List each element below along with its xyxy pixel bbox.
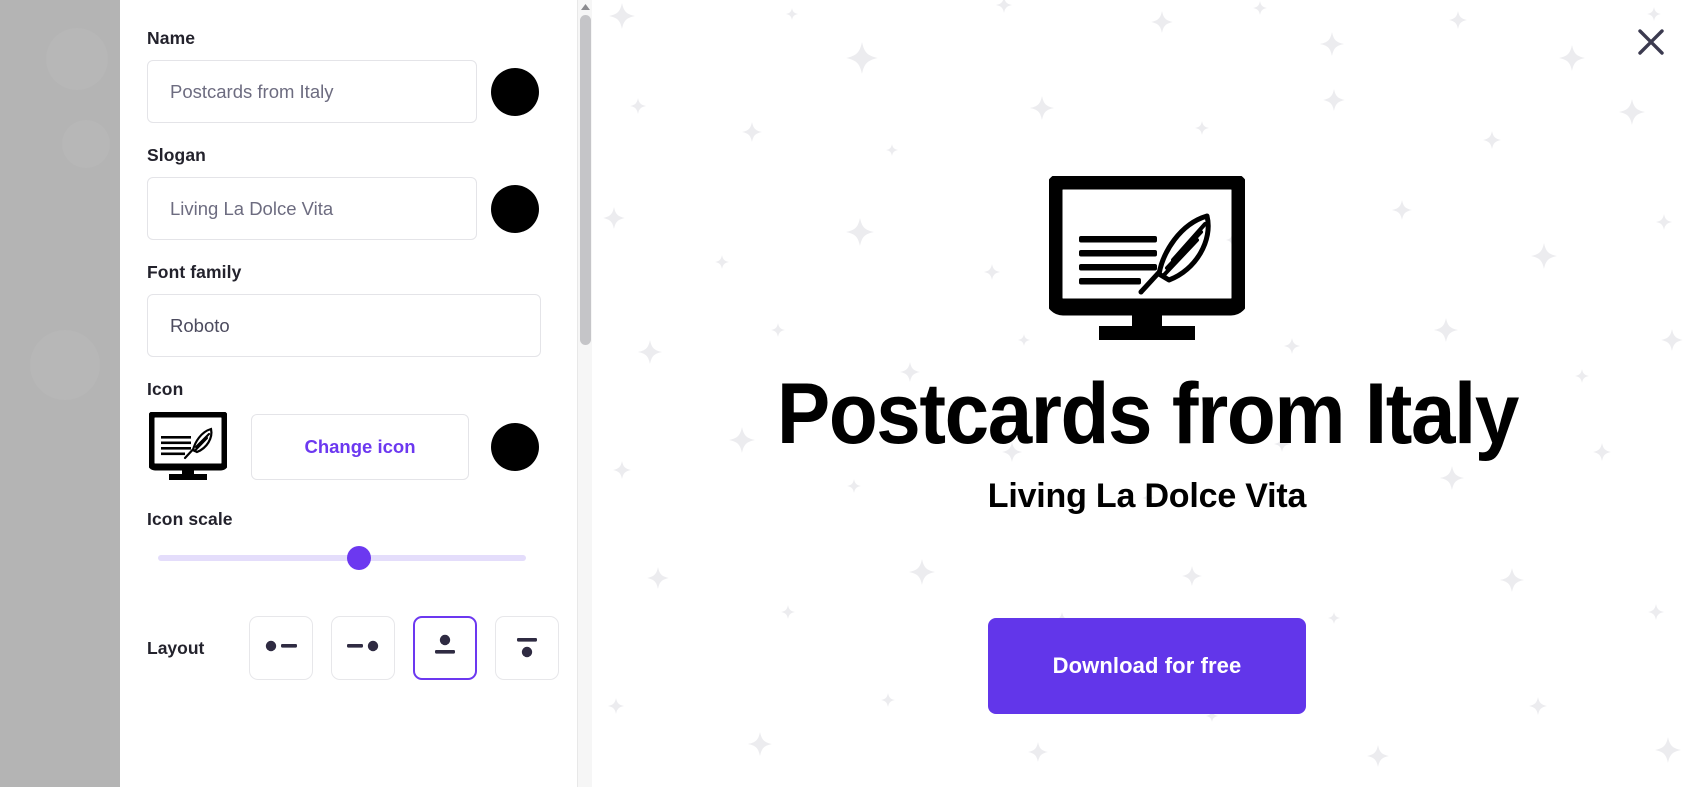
layout-option-icon-left-text-right[interactable] [249,616,313,680]
icon-scale-field-group: Icon scale [147,509,552,570]
name-input[interactable] [147,60,477,123]
layout-option-text-left-icon-right[interactable] [331,616,395,680]
slogan-label: Slogan [147,145,206,165]
close-icon [1637,28,1665,59]
font-family-label: Font family [147,262,242,282]
screen: Name Slogan Font family [0,0,1702,787]
font-family-input[interactable] [147,294,541,357]
layout-label: Layout [147,637,205,658]
icon-scale-slider-track[interactable] [158,555,526,561]
preview-slogan: Living La Dolce Vita [987,477,1307,515]
preview-title: Postcards from Italy [776,366,1518,462]
logo-editor-modal: Name Slogan Font family [120,0,1702,787]
name-label: Name [147,28,196,48]
font-family-field-group: Font family [147,262,552,357]
preview-monitor-with-quill-icon [1045,172,1249,349]
download-for-free-button[interactable]: Download for free [988,618,1306,714]
settings-panel: Name Slogan Font family [120,0,592,787]
dot-above-line-below-icon [433,633,457,664]
backdrop-ghost-shape [62,120,110,168]
icon-scale-slider[interactable] [158,546,526,570]
layout-option-text-top-icon-bottom[interactable] [495,616,559,680]
change-icon-button[interactable]: Change icon [251,414,469,480]
line-left-dot-right-icon [346,639,380,657]
backdrop-ghost-shape [46,28,108,90]
icon-color-swatch[interactable] [491,423,539,471]
dot-left-line-right-icon [264,639,298,657]
line-above-dot-below-icon [515,633,539,664]
close-button[interactable] [1630,22,1672,64]
logo-preview-panel: Postcards from Italy Living La Dolce Vit… [592,0,1702,787]
layout-field-group: Layout [147,616,559,680]
settings-scrollbar-thumb[interactable] [580,15,591,345]
icon-scale-label: Icon scale [147,509,233,529]
scroll-up-arrow-icon[interactable] [578,0,592,15]
slogan-input[interactable] [147,177,477,240]
icon-field-group: Icon Change icon [147,379,552,483]
name-color-swatch[interactable] [491,67,539,116]
icon-label: Icon [147,379,184,399]
layout-option-icon-top-text-bottom[interactable] [413,616,477,680]
name-field-group: Name [147,28,552,123]
logo-preview: Postcards from Italy Living La Dolce Vit… [592,172,1702,515]
settings-scrollbar[interactable] [577,0,592,787]
slogan-field-group: Slogan [147,145,552,240]
backdrop-ghost-shape [30,330,100,400]
icon-scale-slider-thumb[interactable] [347,546,372,570]
monitor-with-quill-icon[interactable] [147,411,229,483]
slogan-color-swatch[interactable] [491,184,539,233]
